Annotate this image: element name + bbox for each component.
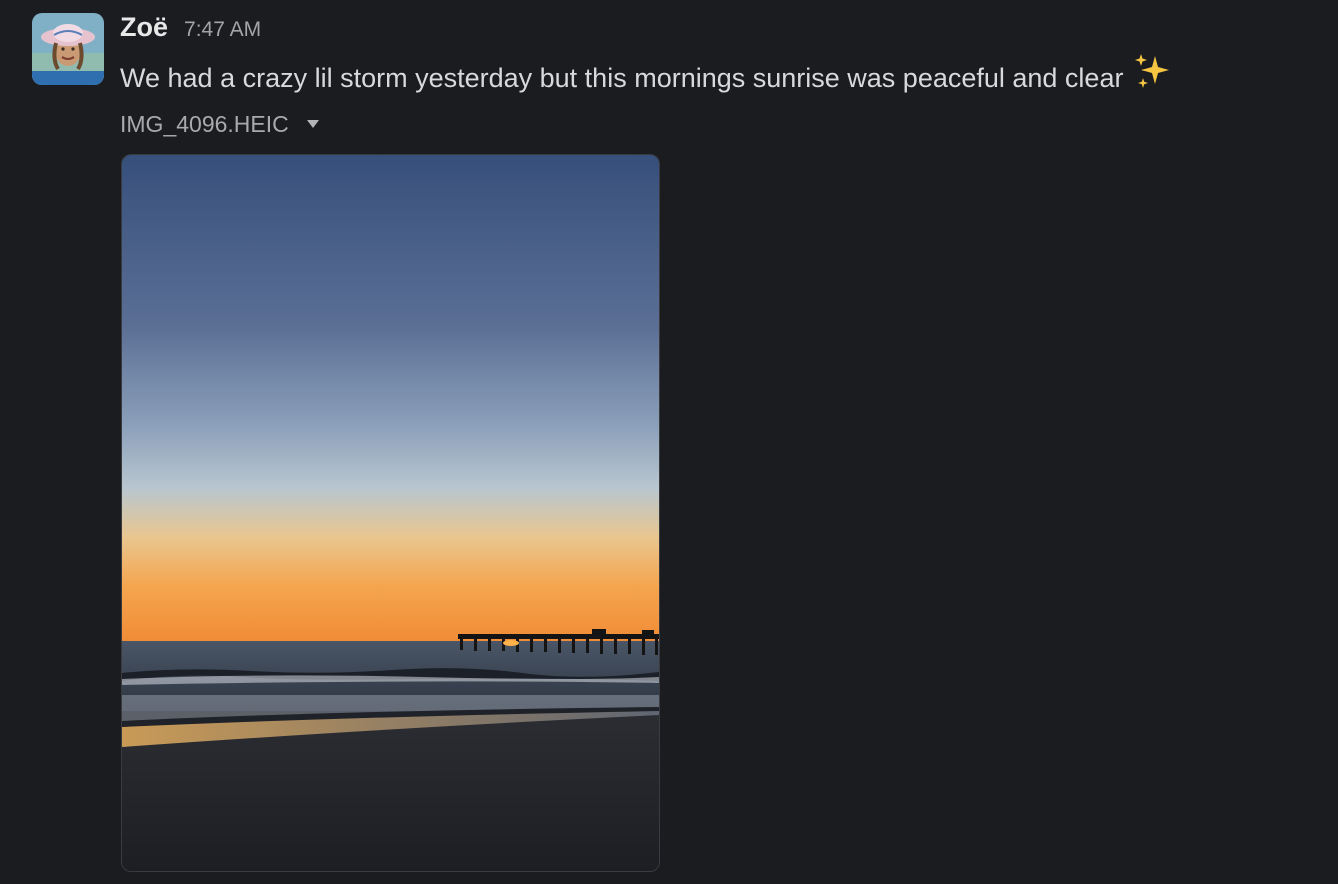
image-attachment[interactable] <box>121 154 660 872</box>
author-name[interactable]: Zoë <box>120 12 168 43</box>
avatar[interactable] <box>32 13 104 85</box>
message-text: We had a crazy lil storm yesterday but t… <box>120 52 1173 103</box>
message-body: We had a crazy lil storm yesterday but t… <box>120 62 1124 93</box>
sparkles-icon <box>1133 52 1173 103</box>
caret-down-icon[interactable] <box>306 115 319 133</box>
file-name-toggle[interactable]: IMG_4096.HEIC <box>120 108 319 140</box>
chat-message: Zoë 7:47 AM We had a crazy lil storm yes… <box>0 0 1338 884</box>
message-header: Zoë 7:47 AM <box>120 12 261 48</box>
file-name: IMG_4096.HEIC <box>120 110 289 137</box>
timestamp[interactable]: 7:47 AM <box>184 18 261 42</box>
